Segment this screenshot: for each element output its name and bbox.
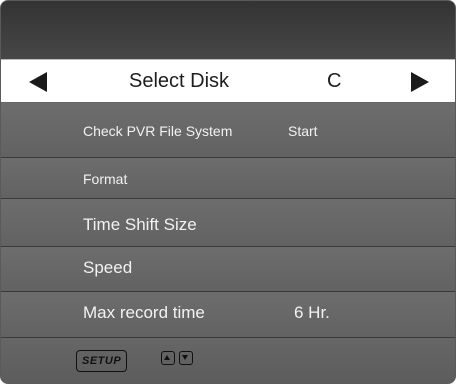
menu-item-speed[interactable]: Speed (1, 247, 455, 292)
title-bar (1, 1, 455, 59)
down-arrow-icon (179, 351, 193, 365)
menu-item-value: Start (288, 123, 318, 139)
up-arrow-icon (161, 351, 175, 365)
menu-item-format[interactable]: Format (1, 158, 455, 199)
setup-key-icon: SETUP (76, 350, 128, 372)
menu-item-label: Time Shift Size (83, 215, 197, 234)
left-arrow-icon[interactable] (29, 72, 47, 92)
menu-item-max-record-time[interactable]: Max record time 6 Hr. (1, 292, 455, 338)
menu-item-label: Speed (83, 258, 133, 277)
menu-item-time-shift-size[interactable]: Time Shift Size (1, 199, 455, 247)
select-disk-row[interactable]: Select Disk C (1, 59, 455, 103)
menu-item-label: Max record time (83, 303, 205, 322)
right-arrow-icon[interactable] (411, 72, 429, 92)
select-disk-value: C (327, 70, 342, 92)
pvr-settings-menu: Check PVR File System Start Format Time … (1, 103, 455, 338)
menu-item-check-pvr-file-system[interactable]: Check PVR File System Start (1, 103, 455, 158)
select-disk-label: Select Disk (129, 70, 230, 92)
menu-item-label: Format (83, 171, 128, 187)
menu-item-label: Check PVR File System (83, 123, 233, 139)
footer-hint-bar: SETUP (1, 338, 455, 383)
menu-item-value: 6 Hr. (294, 303, 330, 322)
pvr-menu-screen: Select Disk C Check PVR File System Star… (0, 0, 456, 384)
